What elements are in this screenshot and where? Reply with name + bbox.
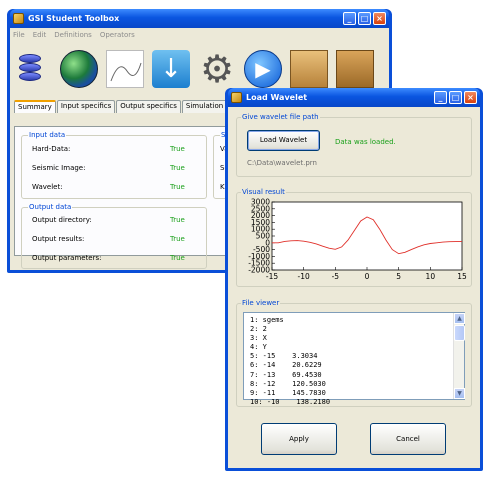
dialog-close-button[interactable]: × (464, 91, 477, 104)
seismic-image-row: Seismic Image: True (32, 164, 200, 172)
minimize-button[interactable]: _ (343, 12, 356, 25)
input-data-title: Input data (28, 131, 67, 139)
output-results-row: Output results: True (32, 235, 200, 243)
input-data-group: Input data Hard-Data: True Seismic Image… (21, 131, 207, 199)
output-results-value: True (170, 235, 185, 243)
main-titlebar[interactable]: GSI Student Toolbox _ □ × (10, 9, 389, 28)
x-tick-label: 15 (457, 272, 467, 281)
file-viewer-line: 9: -11 145.7830 (250, 388, 326, 397)
file-viewer-group: File viewer 1: sgems 2: 2 3: X 4: Y 5: -15 3… (236, 299, 472, 407)
box-icon[interactable] (290, 50, 328, 88)
main-window-title: GSI Student Toolbox (28, 14, 120, 23)
file-viewer-lines: 1: sgems 2: 2 3: X 4: Y 5: -15 3.3034 6: -14 … (250, 316, 330, 407)
gear-icon[interactable]: ⚙ (198, 50, 236, 88)
x-tick-label: 10 (426, 272, 436, 281)
dialog-client-area: Give wavelet file path Load Wavelet Data… (228, 107, 480, 468)
download-arrow-icon[interactable]: ↓ (152, 50, 190, 88)
file-viewer-line: 4: Y (250, 343, 267, 352)
menu-definitions[interactable]: Definitions (54, 31, 92, 39)
output-directory-value: True (170, 216, 185, 224)
file-viewer-line: 8: -12 120.5030 (250, 379, 326, 388)
box-globe-icon[interactable] (336, 50, 374, 88)
output-parameters-value: True (170, 254, 185, 262)
x-tick-label: 0 (365, 272, 370, 281)
database-icon[interactable] (14, 50, 52, 88)
wavelet-path-group: Give wavelet file path Load Wavelet Data… (236, 113, 472, 177)
output-parameters-label: Output parameters: (32, 254, 102, 262)
load-status-text: Data was loaded. (335, 138, 396, 146)
x-tick-label: 5 (396, 272, 401, 281)
output-results-label: Output results: (32, 235, 85, 243)
app-icon (13, 13, 24, 24)
scroll-up-icon[interactable]: ▲ (454, 313, 465, 324)
dialog-maximize-button[interactable]: □ (449, 91, 462, 104)
wavelet-path-group-title: Give wavelet file path (241, 113, 320, 121)
file-viewer-line: 1: sgems (250, 316, 284, 324)
file-viewer-line: 5: -15 3.3034 (250, 352, 318, 361)
load-wavelet-button[interactable]: Load Wavelet (247, 130, 320, 151)
apply-button[interactable]: Apply (261, 423, 337, 455)
hard-data-value: True (170, 145, 185, 153)
tab-summary[interactable]: Summary (14, 100, 56, 113)
file-viewer-scrollbar[interactable]: ▲ ▼ (453, 313, 465, 399)
menu-operators[interactable]: Operators (100, 31, 135, 39)
wavelet-chart: 300025002000150010005000-500-1000-1500-2… (248, 198, 467, 281)
file-viewer-line: 3: X (250, 334, 267, 343)
tab-output-specifics[interactable]: Output specifics (116, 100, 181, 113)
seismic-image-value: True (170, 164, 185, 172)
cancel-button[interactable]: Cancel (370, 423, 446, 455)
output-directory-label: Output directory: (32, 216, 92, 224)
globe-icon[interactable] (60, 50, 98, 88)
menu-file[interactable]: File (13, 31, 25, 39)
play-icon[interactable]: ▶ (244, 50, 282, 88)
seismic-image-label: Seismic Image: (32, 164, 86, 172)
dialog-minimize-button[interactable]: _ (434, 91, 447, 104)
file-viewer-line: 10: -10 138.2180 (250, 397, 331, 406)
x-tick-label: -10 (298, 272, 310, 281)
wavelet-file-path: C:\Data\wavelet.prn (247, 159, 317, 167)
hard-data-label: Hard-Data: (32, 145, 71, 153)
visual-result-group: Visual result 3000 2500 2000 1500 1000 500 0 -5… (236, 188, 472, 287)
menu-edit[interactable]: Edit (33, 31, 47, 39)
x-tick-label: -5 (332, 272, 340, 281)
maximize-button[interactable]: □ (358, 12, 371, 25)
file-viewer-title: File viewer (241, 299, 281, 307)
dialog-title: Load Wavelet (246, 93, 308, 102)
plot-frame (271, 201, 463, 271)
wavelet-row: Wavelet: True (32, 183, 200, 191)
output-data-title: Output data (28, 203, 73, 211)
menu-bar: File Edit Definitions Operators (10, 28, 389, 41)
dialog-app-icon (231, 92, 242, 103)
wavelet-label: Wavelet: (32, 183, 63, 191)
hard-data-row: Hard-Data: True (32, 145, 200, 153)
scroll-thumb[interactable] (454, 325, 465, 341)
visual-result-title: Visual result (241, 188, 286, 196)
variogram-plot-icon[interactable] (106, 50, 144, 88)
close-button[interactable]: × (373, 12, 386, 25)
file-viewer-line: 7: -13 69.4530 (250, 370, 322, 379)
output-parameters-row: Output parameters: True (32, 254, 200, 262)
file-viewer-line: 2: 2 (250, 325, 267, 334)
output-directory-row: Output directory: True (32, 216, 200, 224)
wavelet-value: True (170, 183, 185, 191)
file-viewer-textbox[interactable]: 1: sgems 2: 2 3: X 4: Y 5: -15 3.3034 6: -14 … (243, 312, 465, 406)
load-wavelet-dialog: Load Wavelet _ □ × Give wavelet file pat… (225, 88, 483, 471)
dialog-titlebar[interactable]: Load Wavelet _ □ × (228, 88, 480, 107)
tab-input-specifics[interactable]: Input specifics (56, 100, 116, 113)
file-viewer-line: 6: -14 20.6229 (250, 361, 322, 370)
x-tick-label: -15 (266, 272, 278, 281)
output-data-group: Output data Output directory: True Outpu… (21, 203, 207, 269)
scroll-down-icon[interactable]: ▼ (454, 388, 465, 399)
